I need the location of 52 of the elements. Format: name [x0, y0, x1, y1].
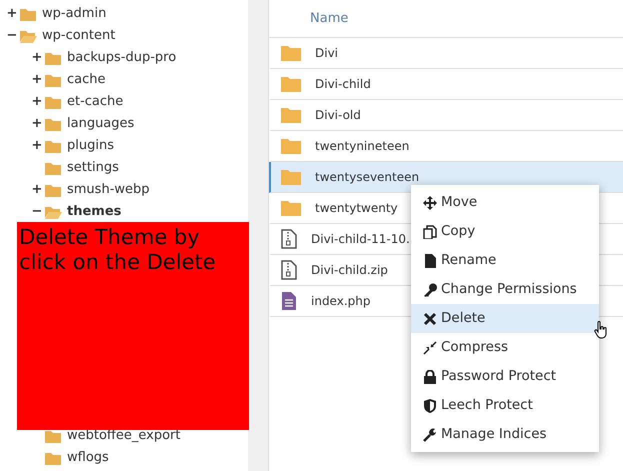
menu-item[interactable]: Delete [411, 304, 599, 333]
folder-icon [281, 76, 301, 92]
folder-icon [281, 169, 301, 185]
folder-icon [281, 45, 301, 61]
menu-item[interactable]: Password Protect [411, 362, 599, 391]
folder-icon [281, 138, 301, 154]
expand-toggle[interactable]: + [31, 92, 43, 112]
folder-icon [281, 107, 301, 123]
move-icon [423, 196, 437, 210]
zip-file-icon [281, 229, 297, 249]
folder-label[interactable]: wp-admin [42, 4, 106, 24]
splitter-bar[interactable] [248, 0, 268, 471]
expand-toggle[interactable]: + [31, 114, 43, 134]
annotation-tooltip: Delete Theme by click on the Delete [17, 222, 249, 430]
folder-label[interactable]: themes [67, 202, 122, 222]
folder-label[interactable]: plugins [67, 136, 114, 156]
folder-label[interactable]: settings [67, 158, 119, 178]
menu-item[interactable]: Leech Protect [411, 391, 599, 420]
menu-item[interactable]: Rename [411, 246, 599, 275]
folder-label[interactable]: cache [67, 70, 106, 90]
folder-label[interactable]: et-cache [67, 92, 124, 112]
key-icon [423, 282, 437, 296]
file-row[interactable]: Divi [269, 38, 623, 69]
expand-toggle[interactable]: + [6, 4, 18, 24]
folder-label[interactable]: wp-content [42, 26, 116, 46]
collapse-toggle[interactable]: − [31, 202, 43, 222]
folder-label[interactable]: smush-webp [67, 180, 150, 200]
compress-icon [423, 340, 437, 354]
column-header[interactable]: Name [310, 8, 348, 28]
close-icon [423, 312, 437, 326]
folder-icon [281, 200, 301, 216]
folder-label[interactable]: backups-dup-pro [67, 48, 176, 68]
expand-toggle[interactable]: + [31, 48, 43, 68]
file-row[interactable]: Divi-child [269, 69, 623, 100]
folder-label[interactable]: languages [67, 114, 134, 134]
document-icon [281, 291, 297, 311]
lock-icon [423, 370, 437, 384]
menu-item[interactable]: Compress [411, 333, 599, 362]
expand-toggle[interactable]: + [31, 136, 43, 156]
menu-item[interactable]: Copy [411, 217, 599, 246]
expand-toggle[interactable]: + [31, 180, 43, 200]
wrench-icon [423, 428, 437, 442]
file-icon [423, 254, 437, 268]
copy-icon [423, 224, 437, 238]
shield-icon [423, 398, 437, 412]
folder-label[interactable]: wflogs [67, 448, 109, 468]
file-row[interactable]: Divi-old [269, 100, 623, 131]
menu-item[interactable]: Manage Indices [411, 420, 599, 449]
collapse-toggle[interactable]: − [6, 26, 18, 46]
zip-file-icon [281, 260, 297, 280]
menu-item[interactable]: Change Permissions [411, 275, 599, 304]
expand-toggle[interactable]: + [31, 70, 43, 90]
